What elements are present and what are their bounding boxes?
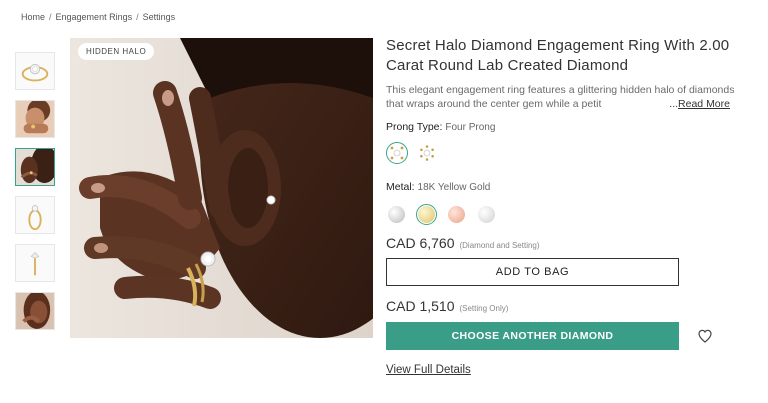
prong-options (386, 142, 736, 164)
metal-swatch-platinum[interactable] (476, 204, 497, 225)
read-more-link[interactable]: Read More (678, 98, 730, 110)
metal-options (386, 204, 736, 225)
setting-price-amount: CAD 1,510 (386, 298, 455, 314)
total-price-note: (Diamond and Setting) (459, 241, 540, 250)
read-more-ellipsis: ... (669, 98, 679, 110)
prong-type-value: Four Prong (445, 122, 496, 133)
platinum-swatch-icon (478, 206, 495, 223)
metal-label: Metal: (386, 181, 415, 193)
thumbnail-ring-top-view[interactable] (15, 52, 55, 90)
thumbnail-face-model[interactable] (15, 292, 55, 330)
breadcrumb-home[interactable]: Home (21, 12, 45, 22)
choose-another-diamond-button[interactable]: CHOOSE ANOTHER DIAMOND (386, 322, 679, 350)
heart-icon[interactable] (697, 328, 713, 344)
white-gold-swatch-icon (388, 206, 405, 223)
product-hero-image[interactable]: HIDDEN HALO (70, 38, 373, 338)
choose-diamond-row: CHOOSE ANOTHER DIAMOND (386, 322, 736, 350)
thumbnail-ring-side-view[interactable] (15, 196, 55, 234)
setting-price: CAD 1,510 (Setting Only) (386, 298, 736, 314)
prong-type-label: Prong Type: (386, 121, 443, 133)
four-prong-icon (390, 146, 404, 160)
hidden-halo-badge: HIDDEN HALO (78, 43, 155, 60)
prong-type-label-row: Prong Type: Four Prong (386, 121, 736, 133)
metal-swatch-yellow-gold[interactable] (416, 204, 437, 225)
metal-value: 18K Yellow Gold (417, 182, 491, 193)
view-full-details-link[interactable]: View Full Details (386, 364, 471, 376)
breadcrumb-engagement-rings[interactable]: Engagement Rings (56, 12, 133, 22)
thumbnail-list (15, 52, 55, 340)
add-to-bag-button[interactable]: ADD TO BAG (386, 258, 679, 286)
product-info: Secret Halo Diamond Engagement Ring With… (386, 36, 736, 378)
breadcrumb-separator: / (136, 12, 139, 22)
read-more: ...Read More (667, 97, 730, 111)
metal-swatch-rose-gold[interactable] (446, 204, 467, 225)
total-price-amount: CAD 6,760 (386, 235, 455, 251)
prong-option-six[interactable] (416, 142, 438, 164)
prong-type-section: Prong Type: Four Prong (386, 121, 736, 164)
thumbnail-earring-hand[interactable] (15, 148, 55, 186)
product-description: This elegant engagement ring features a … (386, 83, 736, 111)
total-price: CAD 6,760 (Diamond and Setting) (386, 235, 736, 251)
setting-price-note: (Setting Only) (459, 304, 509, 313)
metal-swatch-white-gold[interactable] (386, 204, 407, 225)
metal-label-row: Metal: 18K Yellow Gold (386, 181, 736, 193)
breadcrumb-settings[interactable]: Settings (143, 12, 176, 22)
product-title: Secret Halo Diamond Engagement Ring With… (386, 37, 730, 74)
yellow-gold-swatch-icon (418, 206, 435, 223)
breadcrumb-separator: / (49, 12, 52, 22)
breadcrumb: Home / Engagement Rings / Settings (21, 12, 175, 22)
six-prong-icon (420, 145, 434, 161)
rose-gold-swatch-icon (448, 206, 465, 223)
metal-section: Metal: 18K Yellow Gold (386, 181, 736, 225)
prong-option-four[interactable] (386, 142, 408, 164)
thumbnail-ring-profile[interactable] (15, 244, 55, 282)
thumbnail-hand-model[interactable] (15, 100, 55, 138)
